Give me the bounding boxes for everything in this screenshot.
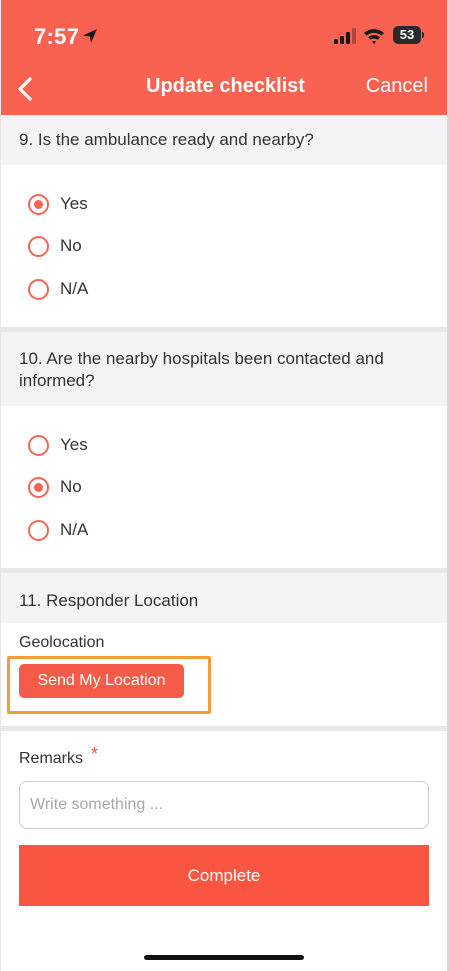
radio-checked-icon[interactable]: [28, 193, 49, 215]
question-9-title: 9. Is the ambulance ready and nearby?: [19, 130, 314, 149]
q9-option-na[interactable]: N/A: [28, 277, 88, 301]
question-10-header: 10. Are the nearby hospitals been contac…: [1, 332, 447, 406]
option-label: Yes: [60, 435, 88, 454]
option-label: No: [60, 477, 82, 496]
remarks-label: Remarks: [19, 750, 84, 767]
cellular-signal-icon: [334, 28, 356, 44]
nav-bar: Update checklist Cancel: [1, 70, 447, 110]
wifi-icon: [364, 29, 384, 44]
q10-option-yes[interactable]: Yes: [28, 433, 88, 457]
option-label: Yes: [60, 194, 88, 213]
question-11-header: 11. Responder Location: [1, 573, 447, 623]
location-arrow-icon: [83, 29, 97, 43]
question-11-title: 11. Responder Location: [19, 591, 199, 610]
header: 7:57 53 Update checklist Cancel: [1, 0, 447, 115]
section-divider: [1, 726, 447, 731]
home-indicator: [144, 955, 304, 960]
complete-button[interactable]: Complete: [19, 845, 429, 906]
radio-unchecked-icon[interactable]: [28, 278, 49, 300]
q9-option-no[interactable]: No: [28, 234, 82, 258]
status-time: 7:57: [34, 24, 80, 49]
status-bar: 7:57 53: [1, 0, 447, 70]
question-9-header: 9. Is the ambulance ready and nearby?: [1, 115, 447, 165]
battery-icon: 53: [393, 26, 424, 44]
q10-option-na[interactable]: N/A: [28, 518, 88, 542]
option-label: N/A: [60, 520, 89, 539]
geolocation-label: Geolocation: [19, 634, 105, 651]
radio-unchecked-icon[interactable]: [28, 434, 49, 456]
radio-unchecked-icon[interactable]: [28, 519, 49, 541]
radio-checked-icon[interactable]: [28, 476, 49, 498]
send-location-button[interactable]: Send My Location: [19, 664, 184, 698]
radio-unchecked-icon[interactable]: [28, 235, 49, 257]
q9-option-yes[interactable]: Yes: [28, 192, 88, 216]
q10-option-no[interactable]: No: [28, 475, 82, 499]
option-label: No: [60, 236, 82, 255]
option-label: N/A: [60, 279, 89, 298]
app-screen: 7:57 53 Update checklist Cancel 9. Is th…: [0, 0, 449, 971]
required-marker: *: [91, 744, 99, 764]
cancel-button[interactable]: Cancel: [366, 75, 428, 98]
question-10-title: 10. Are the nearby hospitals been contac…: [19, 349, 384, 390]
remarks-input[interactable]: [19, 781, 429, 829]
